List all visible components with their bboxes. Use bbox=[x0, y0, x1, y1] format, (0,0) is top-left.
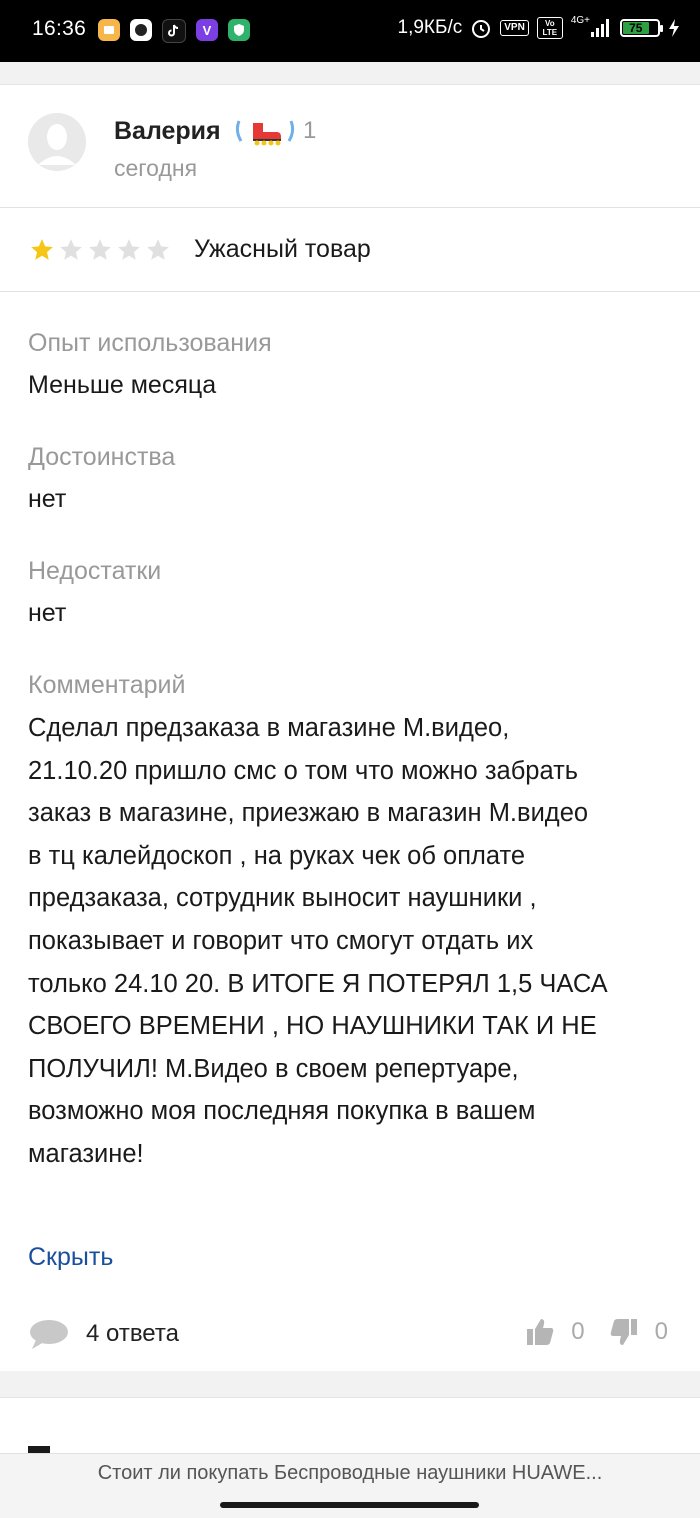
star-empty-icon bbox=[147, 239, 169, 260]
hide-link[interactable]: Скрыть bbox=[28, 1243, 113, 1272]
votes: 0 0 bbox=[525, 1317, 668, 1347]
network-type: 4G+ bbox=[570, 14, 590, 26]
alarm-icon bbox=[472, 20, 491, 38]
pros-value: нет bbox=[28, 485, 67, 513]
star-empty-icon bbox=[118, 239, 140, 260]
notification-icons: V bbox=[98, 19, 250, 43]
likes-count: 0 bbox=[571, 1318, 585, 1345]
status-bar: 16:36 V 1,9КБ/с VPN Vo LTE 4G+ 75 bbox=[0, 0, 700, 62]
replies-count: 4 ответа bbox=[86, 1320, 179, 1347]
user-placeholder-icon bbox=[28, 113, 86, 171]
cons-label: Недостатки bbox=[28, 557, 162, 585]
thumbs-up-icon[interactable] bbox=[525, 1317, 555, 1347]
notes-app-icon bbox=[98, 19, 120, 41]
star-empty-icon bbox=[89, 239, 111, 260]
battery-icon: 75 bbox=[620, 19, 663, 37]
cons-value: нет bbox=[28, 599, 67, 627]
author-name[interactable]: Валерия bbox=[114, 117, 221, 146]
comment-label: Комментарий bbox=[28, 671, 186, 699]
pros-label: Достоинства bbox=[28, 443, 176, 471]
shield-icon bbox=[228, 19, 250, 41]
tiktok-icon bbox=[162, 19, 186, 43]
dislikes-count: 0 bbox=[654, 1318, 668, 1345]
thumbs-down-icon[interactable] bbox=[609, 1317, 639, 1347]
replies-button[interactable]: 4 ответа bbox=[28, 1317, 179, 1351]
star-rating bbox=[28, 237, 172, 263]
comment-text: Сделал предзаказа в магазине М.видео, 21… bbox=[28, 714, 608, 1168]
circle-app-icon bbox=[130, 19, 152, 41]
charging-icon bbox=[669, 19, 679, 37]
battery-level: 75 bbox=[623, 21, 649, 35]
comment-bubble-icon bbox=[30, 1320, 68, 1349]
star-empty-icon bbox=[60, 239, 82, 260]
viber-icon: V bbox=[196, 19, 218, 41]
page-title: Стоит ли покупать Беспроводные наушники … bbox=[97, 1462, 603, 1484]
avatar[interactable] bbox=[28, 113, 86, 171]
review-title: Ужасный товар bbox=[194, 235, 371, 263]
review-card: Валерия 1 сегодня Ужасный товар Опыт исп… bbox=[0, 84, 700, 1371]
review-date: сегодня bbox=[114, 155, 198, 181]
network-speed: 1,9КБ/с bbox=[397, 17, 463, 38]
divider bbox=[0, 291, 700, 292]
badge-count: 1 bbox=[303, 117, 317, 144]
home-indicator[interactable] bbox=[220, 1502, 479, 1508]
status-right: 1,9КБ/с VPN Vo LTE 4G+ 75 bbox=[397, 14, 680, 39]
status-time: 16:36 bbox=[32, 17, 87, 40]
usage-label: Опыт использования bbox=[28, 329, 272, 357]
bottom-page-title-bar[interactable]: Стоит ли покупать Беспроводные наушники … bbox=[0, 1453, 700, 1518]
roller-skate-badge-icon bbox=[235, 120, 295, 146]
vpn-badge: VPN bbox=[500, 20, 529, 36]
usage-value: Меньше месяца bbox=[28, 371, 217, 399]
divider bbox=[0, 207, 700, 208]
volte-badge: Vo LTE bbox=[536, 17, 563, 39]
signal-icon bbox=[591, 19, 609, 37]
star-filled-icon bbox=[31, 239, 53, 260]
